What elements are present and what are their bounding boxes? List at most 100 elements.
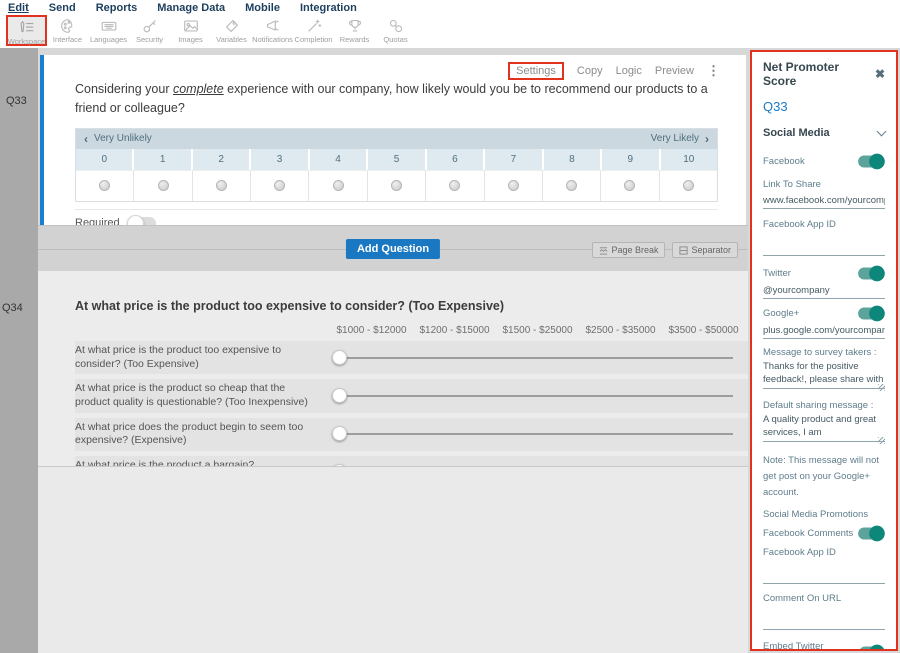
toggle-knob [869,526,885,542]
empty-canvas-area [38,466,748,653]
toolbar-item-images[interactable]: Images [170,15,211,44]
twitter-toggle[interactable] [858,268,884,280]
slider-track[interactable] [338,433,733,435]
menu-manage-data[interactable]: Manage Data [157,2,225,14]
radio-button-icon [508,180,519,191]
sidebar-q34-label: Q34 [2,302,23,314]
nps-point-label: 9 [602,149,660,170]
facebook-app-id-input[interactable] [763,571,885,584]
embed-twitter-timeline-label: Embed Twitter Timeline [763,641,858,651]
nps-radio[interactable] [660,170,717,201]
radio-button-icon [333,180,344,191]
menu-integration[interactable]: Integration [300,2,357,14]
resize-handle-icon[interactable] [878,384,885,391]
slider-row: At what price is the product so cheap th… [75,379,748,412]
page-break-button[interactable]: Page Break [592,242,665,258]
price-range-label: $3500 - $50000 [662,325,745,336]
radio-button-icon [566,180,577,191]
toggle-knob [869,266,885,282]
add-question-button[interactable]: Add Question [346,239,440,259]
slider-row: At what price is the product too expensi… [75,341,748,374]
nps-point-label: 5 [368,149,426,170]
nps-radio[interactable] [485,170,543,201]
more-options-icon[interactable]: ⋮ [707,63,720,79]
embed-twitter-timeline-toggle[interactable] [859,646,884,651]
slider-row-label: At what price is the product too expensi… [75,344,330,371]
preview-button[interactable]: Preview [655,65,694,77]
comment-on-url-input[interactable] [763,617,885,630]
radio-button-icon [274,180,285,191]
slider-row-label: At what price is the product so cheap th… [75,382,330,409]
link-to-share-input[interactable] [763,194,885,209]
toolbar-item-security[interactable]: Security [129,15,170,44]
toolbar-item-workspace[interactable]: Workspace [6,15,47,46]
nps-radio[interactable] [368,170,426,201]
social-media-promotions-label: Social Media Promotions [763,509,885,520]
nps-point-label: 7 [485,149,543,170]
toolbar-label: Variables [216,35,247,44]
settings-button[interactable]: Settings [508,62,564,80]
twitter-handle-input[interactable] [763,284,885,299]
menu-mobile[interactable]: Mobile [245,2,280,14]
google-plus-label: Google+ [763,308,799,319]
slider-handle[interactable] [332,426,347,441]
separator-button[interactable]: Separator [672,242,738,258]
toolbar-item-completion[interactable]: Completion [293,15,334,44]
nps-radio[interactable] [251,170,309,201]
nps-radio[interactable] [193,170,251,201]
default-sharing-message-textarea[interactable]: A quality product and great services, I … [763,413,885,442]
nps-radio[interactable] [543,170,601,201]
nps-point-label: 0 [76,149,134,170]
facebook-toggle[interactable] [858,156,884,168]
radio-button-icon [391,180,402,191]
facebook-comments-toggle[interactable] [858,528,884,540]
nps-point-label: 8 [544,149,602,170]
nps-point-label: 3 [251,149,309,170]
divider [75,209,718,210]
menu-reports[interactable]: Reports [96,2,138,14]
comment-on-url-label: Comment On URL [763,593,885,604]
question-text-emphasis: complete [173,82,224,96]
slider-row: At what price does the product begin to … [75,418,748,451]
nps-radio[interactable] [309,170,367,201]
close-icon[interactable]: ✖ [875,67,885,81]
toolbar-item-notifications[interactable]: Notifications [252,15,293,44]
top-menu-bar: Edit Send Reports Manage Data Mobile Int… [0,0,900,15]
nps-left-label: Very Unlikely [94,133,152,144]
price-slider [330,426,745,442]
toolbar-item-variables[interactable]: Variables [211,15,252,44]
logic-button[interactable]: Logic [616,65,642,77]
toggle-knob [869,306,885,322]
question-text-q34[interactable]: At what price is the product too expensi… [75,299,748,313]
resize-handle-icon[interactable] [878,437,885,444]
message-to-survey-takers-textarea[interactable]: Thanks for the positive feedback!, pleas… [763,360,885,389]
slider-track[interactable] [338,395,733,397]
menu-send[interactable]: Send [49,2,76,14]
nps-radio[interactable] [426,170,484,201]
toolbar-item-quotas[interactable]: Quotas [375,15,416,44]
menu-edit[interactable]: Edit [8,2,29,14]
social-media-section-header[interactable]: Social Media [763,127,885,139]
panel-question-id[interactable]: Q33 [763,99,885,114]
facebook-app-id-input[interactable] [763,243,885,256]
toolbar-item-languages[interactable]: Languages [88,15,129,44]
nps-radio[interactable] [601,170,659,201]
slider-handle[interactable] [332,388,347,403]
copy-button[interactable]: Copy [577,65,603,77]
nps-radio[interactable] [134,170,192,201]
chevron-right-icon[interactable]: › [705,132,709,146]
slider-handle[interactable] [332,350,347,365]
google-plus-url-input[interactable] [763,324,885,339]
question-text-part: Considering your [75,82,173,96]
chevron-left-icon[interactable]: ‹ [84,132,88,146]
nps-radio[interactable] [76,170,134,201]
price-range-label: $1200 - $15000 [413,325,496,336]
slider-row-label: At what price does the product begin to … [75,421,330,448]
toggle-knob [869,154,885,170]
radio-button-icon [99,180,110,191]
slider-track[interactable] [338,357,733,359]
megaphone-icon [264,17,282,35]
toolbar-item-rewards[interactable]: Rewards [334,15,375,44]
google-plus-toggle[interactable] [858,308,884,320]
toolbar-item-interface[interactable]: Interface [47,15,88,44]
